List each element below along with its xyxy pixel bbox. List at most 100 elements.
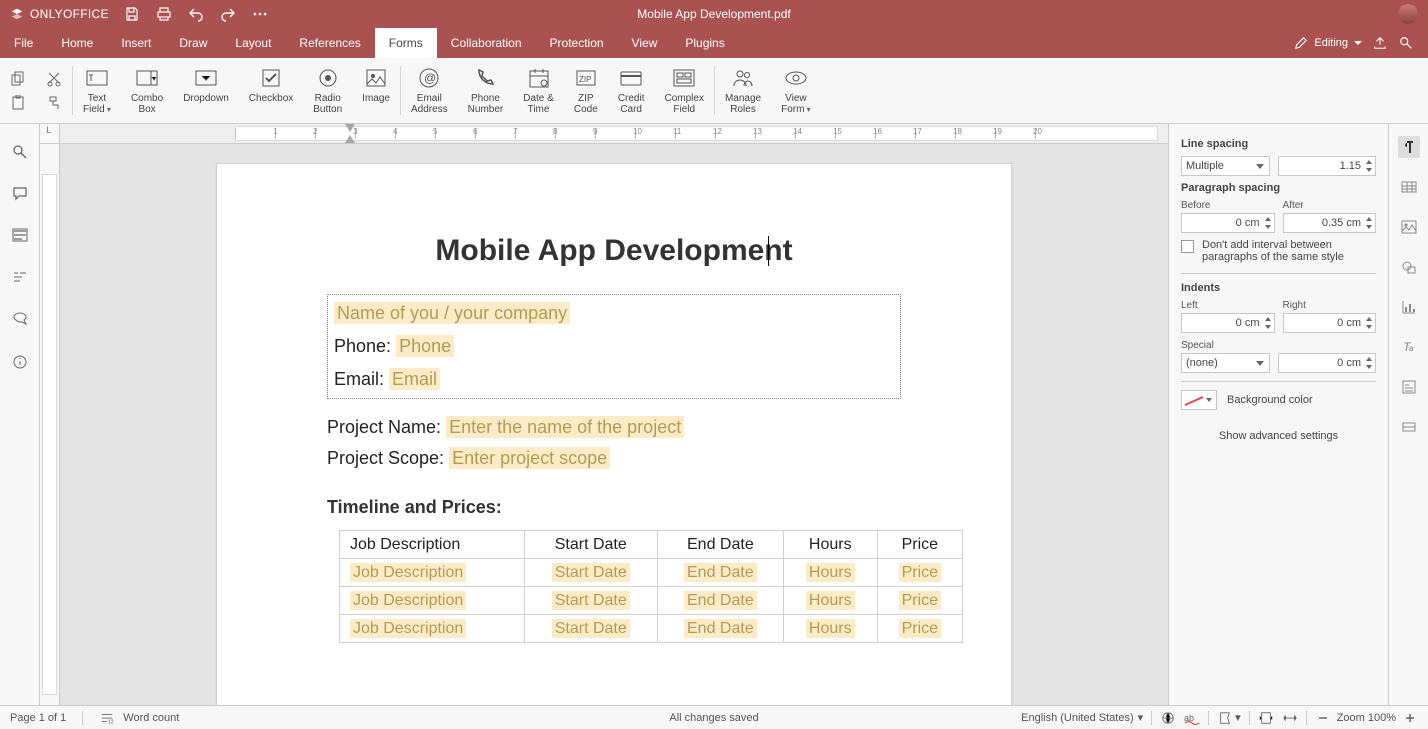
save-icon[interactable]: [123, 5, 141, 23]
feedback-icon[interactable]: [10, 310, 30, 330]
special-indent-select[interactable]: (none): [1181, 353, 1270, 373]
table-cell-field[interactable]: End Date: [684, 619, 757, 638]
table-cell-field[interactable]: Hours: [806, 591, 855, 610]
table-cell-field[interactable]: End Date: [684, 563, 757, 582]
table-row[interactable]: Job Description Start Date End Date Hours Pr…: [340, 559, 963, 587]
project-name-field[interactable]: Enter the name of the project: [446, 416, 684, 438]
headings-icon[interactable]: [10, 226, 30, 246]
table-cell-field[interactable]: Price: [899, 619, 941, 638]
dont-add-interval-checkbox[interactable]: Don't add interval between paragraphs of…: [1181, 239, 1376, 263]
table-cell-field[interactable]: Job Description: [350, 563, 466, 582]
menu-file[interactable]: File: [0, 28, 47, 58]
shape-tab-icon[interactable]: [1398, 256, 1420, 278]
signature-tab-icon[interactable]: [1398, 416, 1420, 438]
table-cell-field[interactable]: Start Date: [552, 563, 630, 582]
comments-icon[interactable]: [10, 184, 30, 204]
format-painter-icon[interactable]: [45, 94, 63, 112]
fit-page-icon[interactable]: [1258, 710, 1274, 726]
indent-right-spinner[interactable]: 0 cm: [1283, 313, 1377, 333]
menu-references[interactable]: References: [285, 28, 374, 58]
email-field[interactable]: Email: [389, 368, 440, 390]
textart-tab-icon[interactable]: Ta: [1398, 336, 1420, 358]
tool-combo-box[interactable]: ComboBox: [121, 58, 173, 123]
advanced-settings-link[interactable]: Show advanced settings: [1181, 430, 1376, 442]
zoom-in-icon[interactable]: [1402, 710, 1418, 726]
document-scroll[interactable]: Mobile App Development Name of you / you…: [60, 144, 1168, 705]
cut-icon[interactable]: [45, 70, 63, 88]
tool-email[interactable]: @EmailAddress: [401, 58, 458, 123]
table-cell-field[interactable]: Job Description: [350, 591, 466, 610]
tool-phone[interactable]: PhoneNumber: [458, 58, 514, 123]
find-icon[interactable]: [10, 142, 30, 162]
table-row[interactable]: Job DescriptionStart DateEnd DateHoursPr…: [340, 587, 963, 615]
menu-insert[interactable]: Insert: [107, 28, 165, 58]
zoom-label[interactable]: Zoom 100%: [1337, 712, 1396, 724]
tool-checkbox[interactable]: Checkbox: [239, 58, 303, 123]
page-indicator[interactable]: Page 1 of 1: [10, 712, 66, 724]
paste-icon[interactable]: [9, 94, 27, 112]
line-spacing-value-spinner[interactable]: 1.15: [1278, 156, 1377, 176]
table-cell-field[interactable]: Job Description: [350, 619, 466, 638]
menu-home[interactable]: Home: [47, 28, 107, 58]
menu-plugins[interactable]: Plugins: [671, 28, 738, 58]
open-location-icon[interactable]: [1372, 35, 1388, 51]
track-changes-icon[interactable]: [1217, 710, 1233, 726]
form-tab-icon[interactable]: [1398, 376, 1420, 398]
tool-complex[interactable]: ComplexField: [655, 58, 714, 123]
name-field[interactable]: Name of you / your company: [334, 302, 570, 324]
table-cell-field[interactable]: Start Date: [552, 619, 630, 638]
zoom-out-icon[interactable]: [1315, 710, 1331, 726]
fit-width-icon[interactable]: [1282, 710, 1298, 726]
about-icon[interactable]: [10, 352, 30, 372]
timeline-table[interactable]: Job Description Start Date End Date Hours Pr…: [339, 530, 963, 643]
tool-roles[interactable]: ManageRoles: [715, 58, 771, 123]
search-icon[interactable]: [1398, 35, 1414, 51]
editing-mode-dropdown[interactable]: Editing: [1294, 36, 1362, 50]
tool-zip[interactable]: ZIPZIPCode: [564, 58, 608, 123]
table-cell-field[interactable]: Price: [899, 591, 941, 610]
user-avatar[interactable]: [1398, 4, 1418, 24]
project-scope-field[interactable]: Enter project scope: [449, 447, 610, 469]
print-icon[interactable]: [155, 5, 173, 23]
spellcheck-icon[interactable]: [1160, 710, 1176, 726]
menu-layout[interactable]: Layout: [221, 28, 285, 58]
copy-icon[interactable]: [9, 70, 27, 88]
more-icon[interactable]: [251, 5, 269, 23]
table-cell-field[interactable]: Hours: [806, 563, 855, 582]
undo-icon[interactable]: [187, 5, 205, 23]
special-indent-spinner[interactable]: 0 cm: [1278, 353, 1377, 373]
menu-draw[interactable]: Draw: [165, 28, 221, 58]
word-count-label[interactable]: Word count: [123, 712, 179, 724]
menu-forms[interactable]: Forms: [375, 28, 437, 58]
table-cell-field[interactable]: Price: [899, 563, 941, 582]
tool-text-field[interactable]: TextField ▾: [73, 58, 121, 123]
tool-radio[interactable]: RadioButton: [303, 58, 352, 123]
table-cell-field[interactable]: Hours: [806, 619, 855, 638]
indent-left-spinner[interactable]: 0 cm: [1181, 313, 1275, 333]
table-tab-icon[interactable]: [1398, 176, 1420, 198]
tool-image[interactable]: Image: [352, 58, 400, 123]
menu-collaboration[interactable]: Collaboration: [437, 28, 536, 58]
paragraph-tab-icon[interactable]: [1398, 136, 1420, 158]
line-spacing-mode-select[interactable]: Multiple: [1181, 156, 1270, 176]
doclang-icon[interactable]: ab: [1184, 710, 1200, 726]
after-spinner[interactable]: 0.35 cm: [1283, 213, 1377, 233]
horizontal-ruler[interactable]: 1234567891011121314151617181920: [40, 124, 1168, 144]
tool-view[interactable]: ViewForm ▾: [771, 58, 821, 123]
navigation-icon[interactable]: [10, 268, 30, 288]
menu-view[interactable]: View: [618, 28, 672, 58]
tool-date[interactable]: Date &Time: [513, 58, 564, 123]
language-selector[interactable]: English (United States): [1021, 712, 1134, 724]
tool-dropdown[interactable]: Dropdown: [173, 58, 239, 123]
tool-card[interactable]: CreditCard: [608, 58, 655, 123]
background-color-picker[interactable]: [1181, 390, 1217, 410]
image-tab-icon[interactable]: [1398, 216, 1420, 238]
menu-protection[interactable]: Protection: [536, 28, 618, 58]
table-row[interactable]: Job Description Start Date End Date Hours Pr…: [340, 615, 963, 643]
before-spinner[interactable]: 0 cm: [1181, 213, 1275, 233]
chart-tab-icon[interactable]: [1398, 296, 1420, 318]
table-cell-field[interactable]: End Date: [684, 591, 757, 610]
vertical-ruler[interactable]: [40, 144, 60, 705]
redo-icon[interactable]: [219, 5, 237, 23]
phone-field[interactable]: Phone: [396, 335, 454, 357]
